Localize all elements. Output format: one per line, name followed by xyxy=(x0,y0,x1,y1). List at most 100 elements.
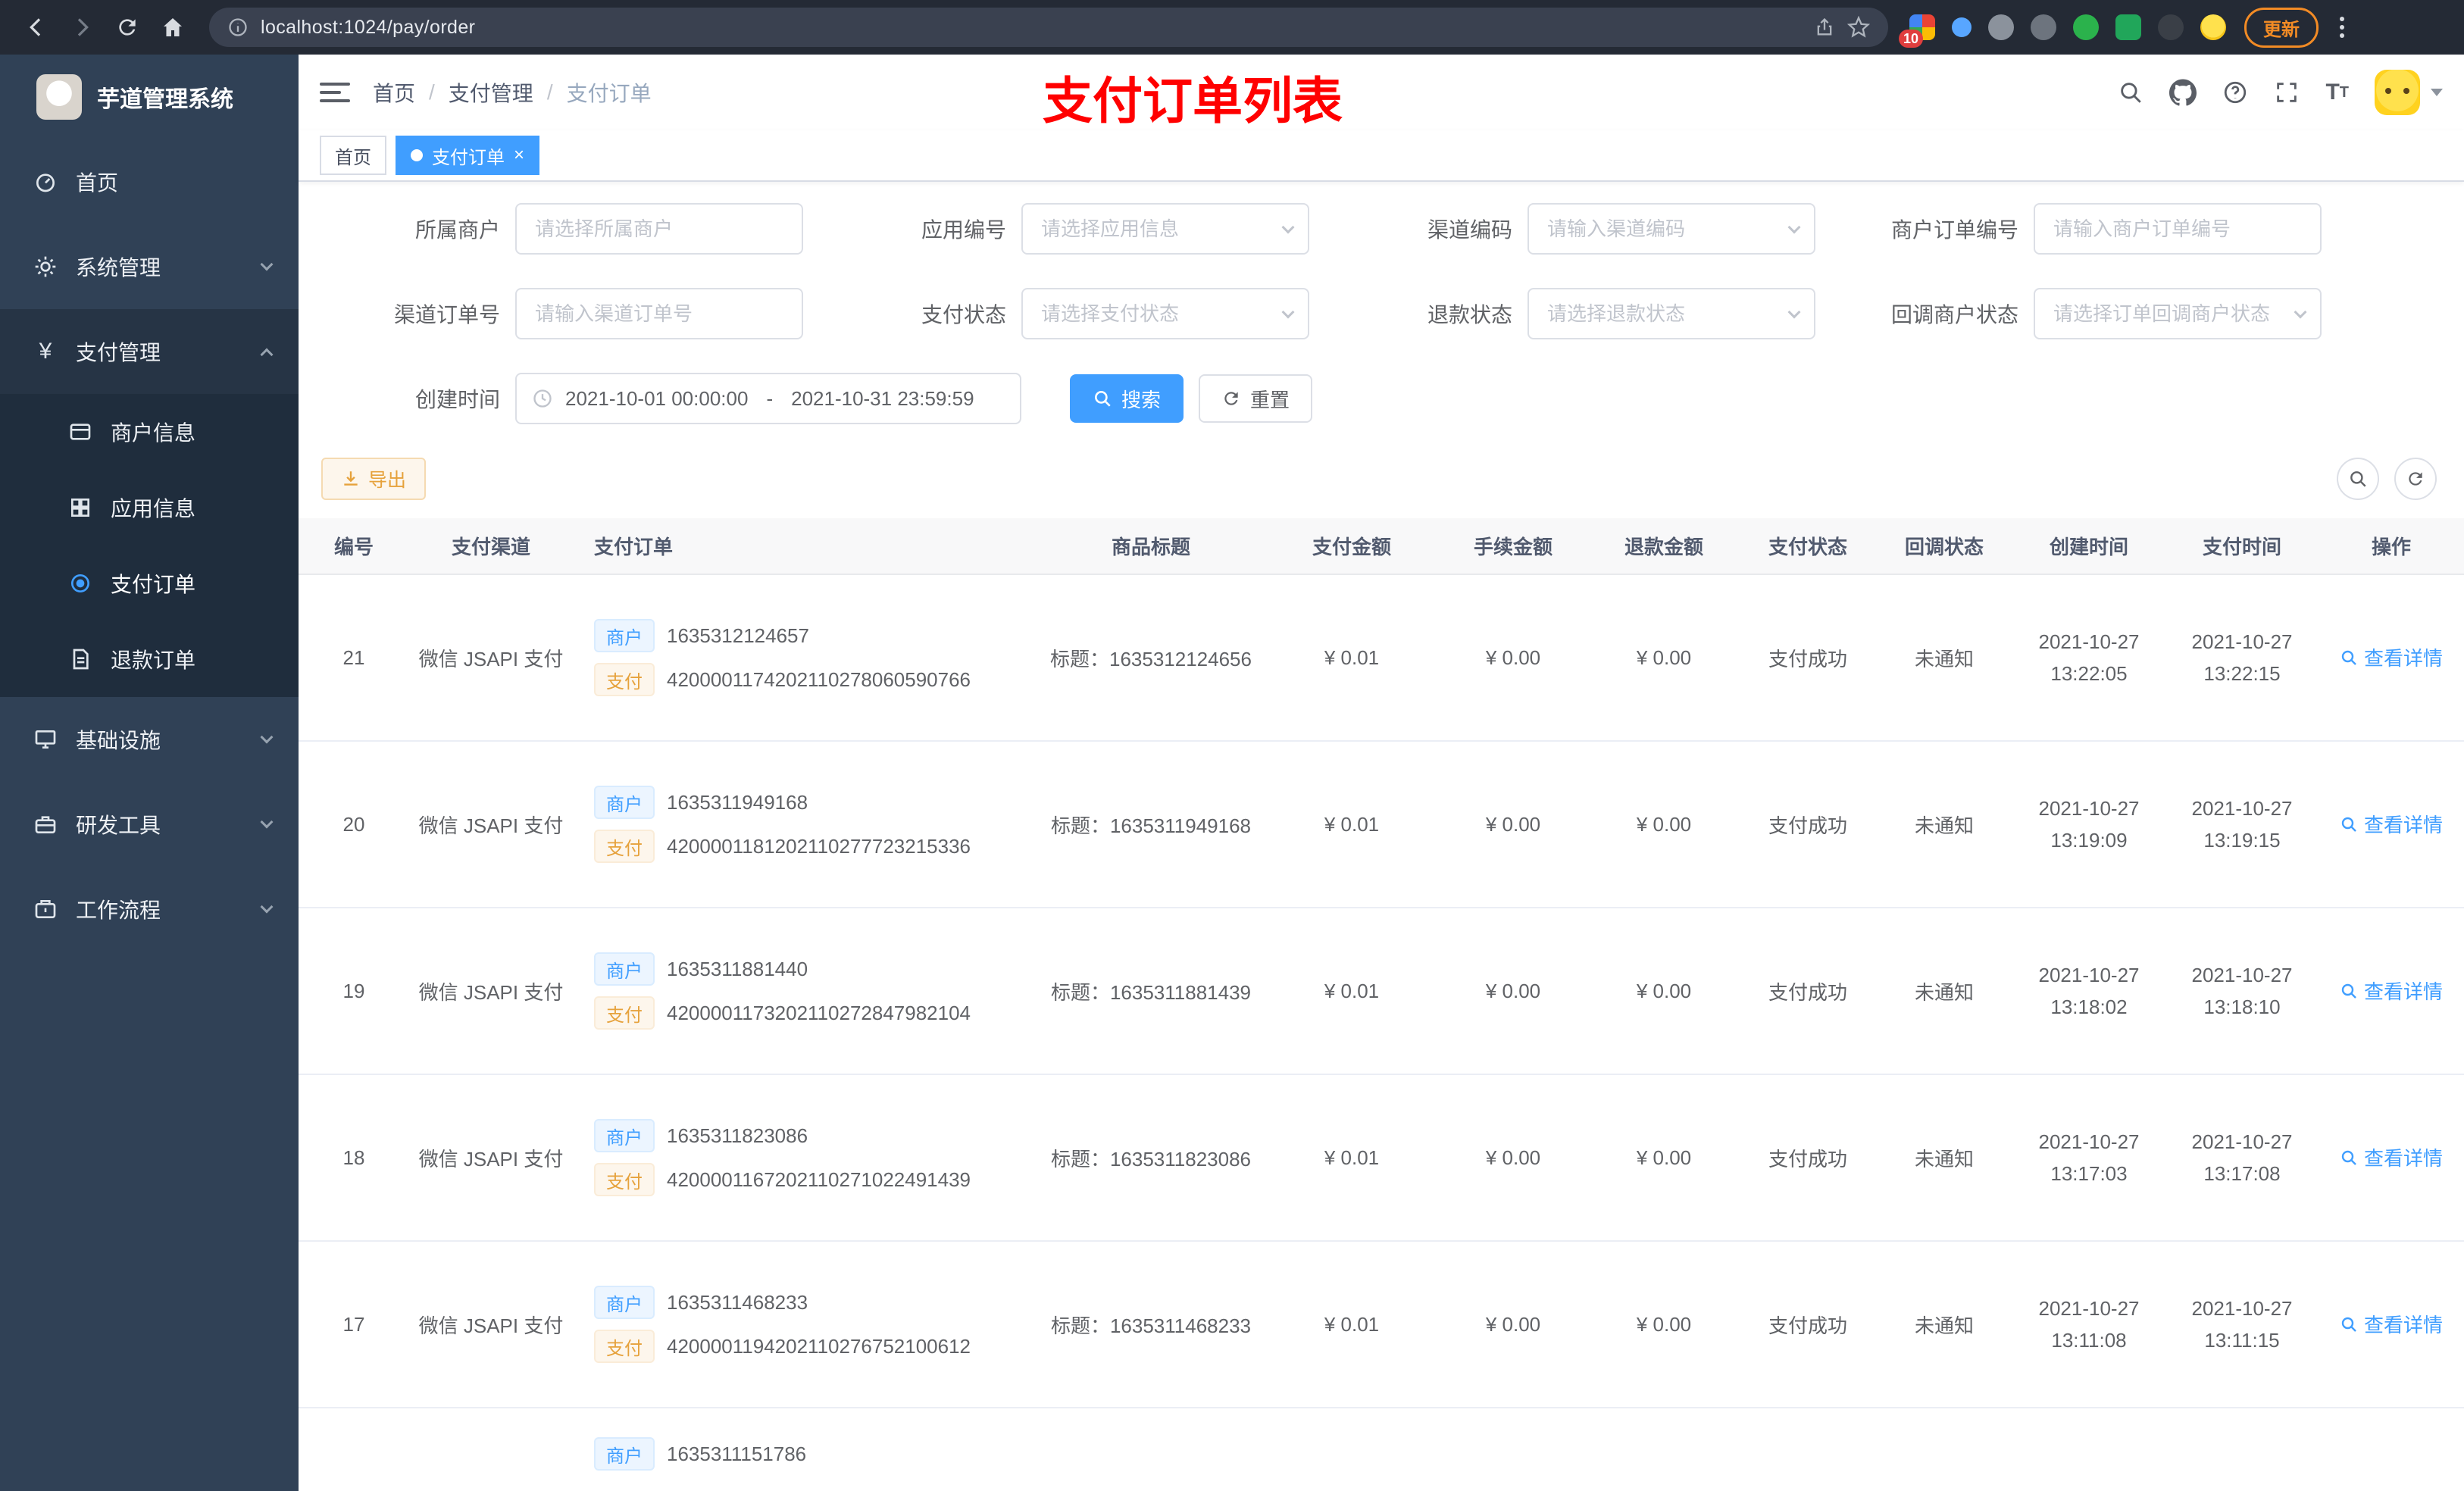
date-end: 2021-10-31 23:59:59 xyxy=(791,386,974,410)
extension-circle-icon-1[interactable] xyxy=(1988,14,2014,40)
url-text[interactable]: localhost:1024/pay/order xyxy=(261,17,1802,39)
github-icon[interactable] xyxy=(2169,79,2197,106)
bookmark-star-icon[interactable] xyxy=(1847,16,1870,39)
sidebar-item-merchant-info[interactable]: 商户信息 xyxy=(0,394,299,470)
back-icon[interactable] xyxy=(15,6,58,48)
extension-circle-icon-2[interactable] xyxy=(2031,14,2056,40)
sidebar-item-dev-tools[interactable]: 研发工具 xyxy=(0,782,299,867)
breadcrumb-home[interactable]: 首页 xyxy=(373,77,415,108)
channel-order-no-label: 渠道订单号 xyxy=(393,303,500,327)
forward-icon[interactable] xyxy=(61,6,103,48)
user-avatar[interactable] xyxy=(2375,70,2420,115)
sidebar-item-refund-order[interactable]: 退款订单 xyxy=(0,621,299,697)
merchant-order-no-input[interactable] xyxy=(2034,203,2322,255)
refresh-table-button[interactable] xyxy=(2394,458,2437,500)
pay-status-select[interactable] xyxy=(1021,288,1309,339)
merchant-tag: 商户 xyxy=(594,1286,655,1319)
file-icon xyxy=(67,647,94,671)
tab-close-icon[interactable]: × xyxy=(514,146,524,164)
date-start: 2021-10-01 00:00:00 xyxy=(565,386,749,410)
merchant-order-no: 1635311468233 xyxy=(667,1290,808,1314)
col-pay-time: 支付时间 xyxy=(2165,518,2319,575)
goods-title: 标题：1635311468233 xyxy=(1037,1241,1265,1408)
search-form: 所属商户 应用编号 渠道编码 xyxy=(299,203,2464,424)
help-icon[interactable] xyxy=(2222,80,2248,105)
app-select[interactable] xyxy=(1021,203,1309,255)
app-logo: 芋道管理系统 xyxy=(0,55,299,139)
refund-status-select[interactable] xyxy=(1527,288,1815,339)
app-label: 应用编号 xyxy=(921,218,1006,242)
annotation-title: 支付订单列表 xyxy=(1043,73,1343,129)
extension-drop-icon[interactable] xyxy=(1952,17,1972,37)
merchant-order-no: 1635311949168 xyxy=(667,790,808,814)
pay-tag: 支付 xyxy=(594,1163,655,1196)
channel-order-no-input[interactable] xyxy=(515,288,803,339)
tab-home[interactable]: 首页 xyxy=(320,136,386,175)
goods-title: 标题：1635312124656 xyxy=(1037,574,1265,742)
sidebar-item-payment[interactable]: ¥ 支付管理 xyxy=(0,309,299,394)
extension-badge: 10 xyxy=(1899,30,1924,48)
home-icon[interactable] xyxy=(152,6,194,48)
table-row: 18 微信 JSAPI 支付 商户 1635311823086 支付 4200001… xyxy=(299,1074,2464,1242)
notify-status: 未通知 xyxy=(1876,1074,2012,1242)
font-size-icon[interactable]: TT xyxy=(2325,81,2349,104)
channel-code-select[interactable] xyxy=(1527,203,1815,255)
merchant-input[interactable] xyxy=(515,203,803,255)
extensions-cluster: 10 xyxy=(1899,14,2226,48)
fullscreen-icon[interactable] xyxy=(2274,80,2300,105)
col-order: 支付订单 xyxy=(573,518,1037,575)
channel-code-label: 渠道编码 xyxy=(1427,218,1512,242)
extension-grid-icon[interactable]: 10 xyxy=(1899,14,1935,48)
extension-pin-icon[interactable] xyxy=(2158,14,2184,40)
monitor-icon xyxy=(32,727,59,752)
table-row-partial: 商户 1635311151786 xyxy=(299,1408,2464,1491)
notify-status: 未通知 xyxy=(1876,1241,2012,1408)
url-bar[interactable]: localhost:1024/pay/order xyxy=(209,8,1888,47)
table-header-row: 编号 支付渠道 支付订单 商品标题 支付金额 手续金额 退款金额 支付状态 回调… xyxy=(299,518,2464,575)
view-detail-link[interactable]: 查看详情 xyxy=(2340,977,2443,1005)
browser-menu-icon[interactable] xyxy=(2328,17,2356,38)
sidebar-item-workflow[interactable]: 工作流程 xyxy=(0,867,299,952)
notify-status-select[interactable] xyxy=(2034,288,2322,339)
chevron-down-icon xyxy=(260,900,274,914)
hamburger-icon[interactable] xyxy=(320,83,350,102)
sidebar-item-system[interactable]: 系统管理 xyxy=(0,224,299,309)
search-button[interactable]: 搜索 xyxy=(1070,374,1184,423)
extension-green-circle-icon[interactable] xyxy=(2073,14,2099,40)
merchant-label: 所属商户 xyxy=(414,218,500,242)
info-icon[interactable] xyxy=(227,17,249,38)
extension-emoji-icon[interactable] xyxy=(2200,14,2226,40)
breadcrumb-payment[interactable]: 支付管理 xyxy=(449,77,533,108)
browser-update-button[interactable]: 更新 xyxy=(2244,7,2319,48)
merchant-order-no: 1635311881440 xyxy=(667,957,808,980)
payment-submenu: 商户信息 应用信息 支付订单 退款订单 xyxy=(0,394,299,697)
grid-icon xyxy=(67,495,94,520)
header-search-icon[interactable] xyxy=(2118,80,2143,105)
merchant-tag: 商户 xyxy=(594,1119,655,1152)
pay-tag: 支付 xyxy=(594,663,655,696)
reload-icon[interactable] xyxy=(106,6,149,48)
create-time-range-picker[interactable]: 2021-10-01 00:00:00 - 2021-10-31 23:59:5… xyxy=(515,373,1021,424)
view-detail-link[interactable]: 查看详情 xyxy=(2340,1143,2443,1171)
refund-status-label: 退款状态 xyxy=(1427,303,1512,327)
view-detail-link[interactable]: 查看详情 xyxy=(2340,643,2443,671)
user-menu[interactable] xyxy=(2375,70,2443,115)
toggle-search-button[interactable] xyxy=(2337,458,2379,500)
sidebar-item-home[interactable]: 首页 xyxy=(0,139,299,224)
share-icon[interactable] xyxy=(1814,17,1835,38)
briefcase-icon xyxy=(32,897,59,921)
sidebar-item-infra[interactable]: 基础设施 xyxy=(0,697,299,782)
tab-pay-order[interactable]: 支付订单 × xyxy=(396,136,540,175)
yen-icon: ¥ xyxy=(39,339,52,364)
col-actions: 操作 xyxy=(2319,518,2464,575)
view-detail-link[interactable]: 查看详情 xyxy=(2340,1310,2443,1338)
top-navbar: 首页 / 支付管理 / 支付订单 TT xyxy=(299,55,2464,130)
notify-status: 未通知 xyxy=(1876,908,2012,1075)
extension-chat-icon[interactable] xyxy=(2115,14,2141,40)
sidebar-item-pay-order[interactable]: 支付订单 xyxy=(0,545,299,621)
export-button[interactable]: 导出 xyxy=(321,458,427,500)
view-detail-link[interactable]: 查看详情 xyxy=(2340,810,2443,838)
sidebar-item-app-info[interactable]: 应用信息 xyxy=(0,470,299,545)
col-pay-status: 支付状态 xyxy=(1740,518,1876,575)
reset-button[interactable]: 重置 xyxy=(1199,374,1313,423)
